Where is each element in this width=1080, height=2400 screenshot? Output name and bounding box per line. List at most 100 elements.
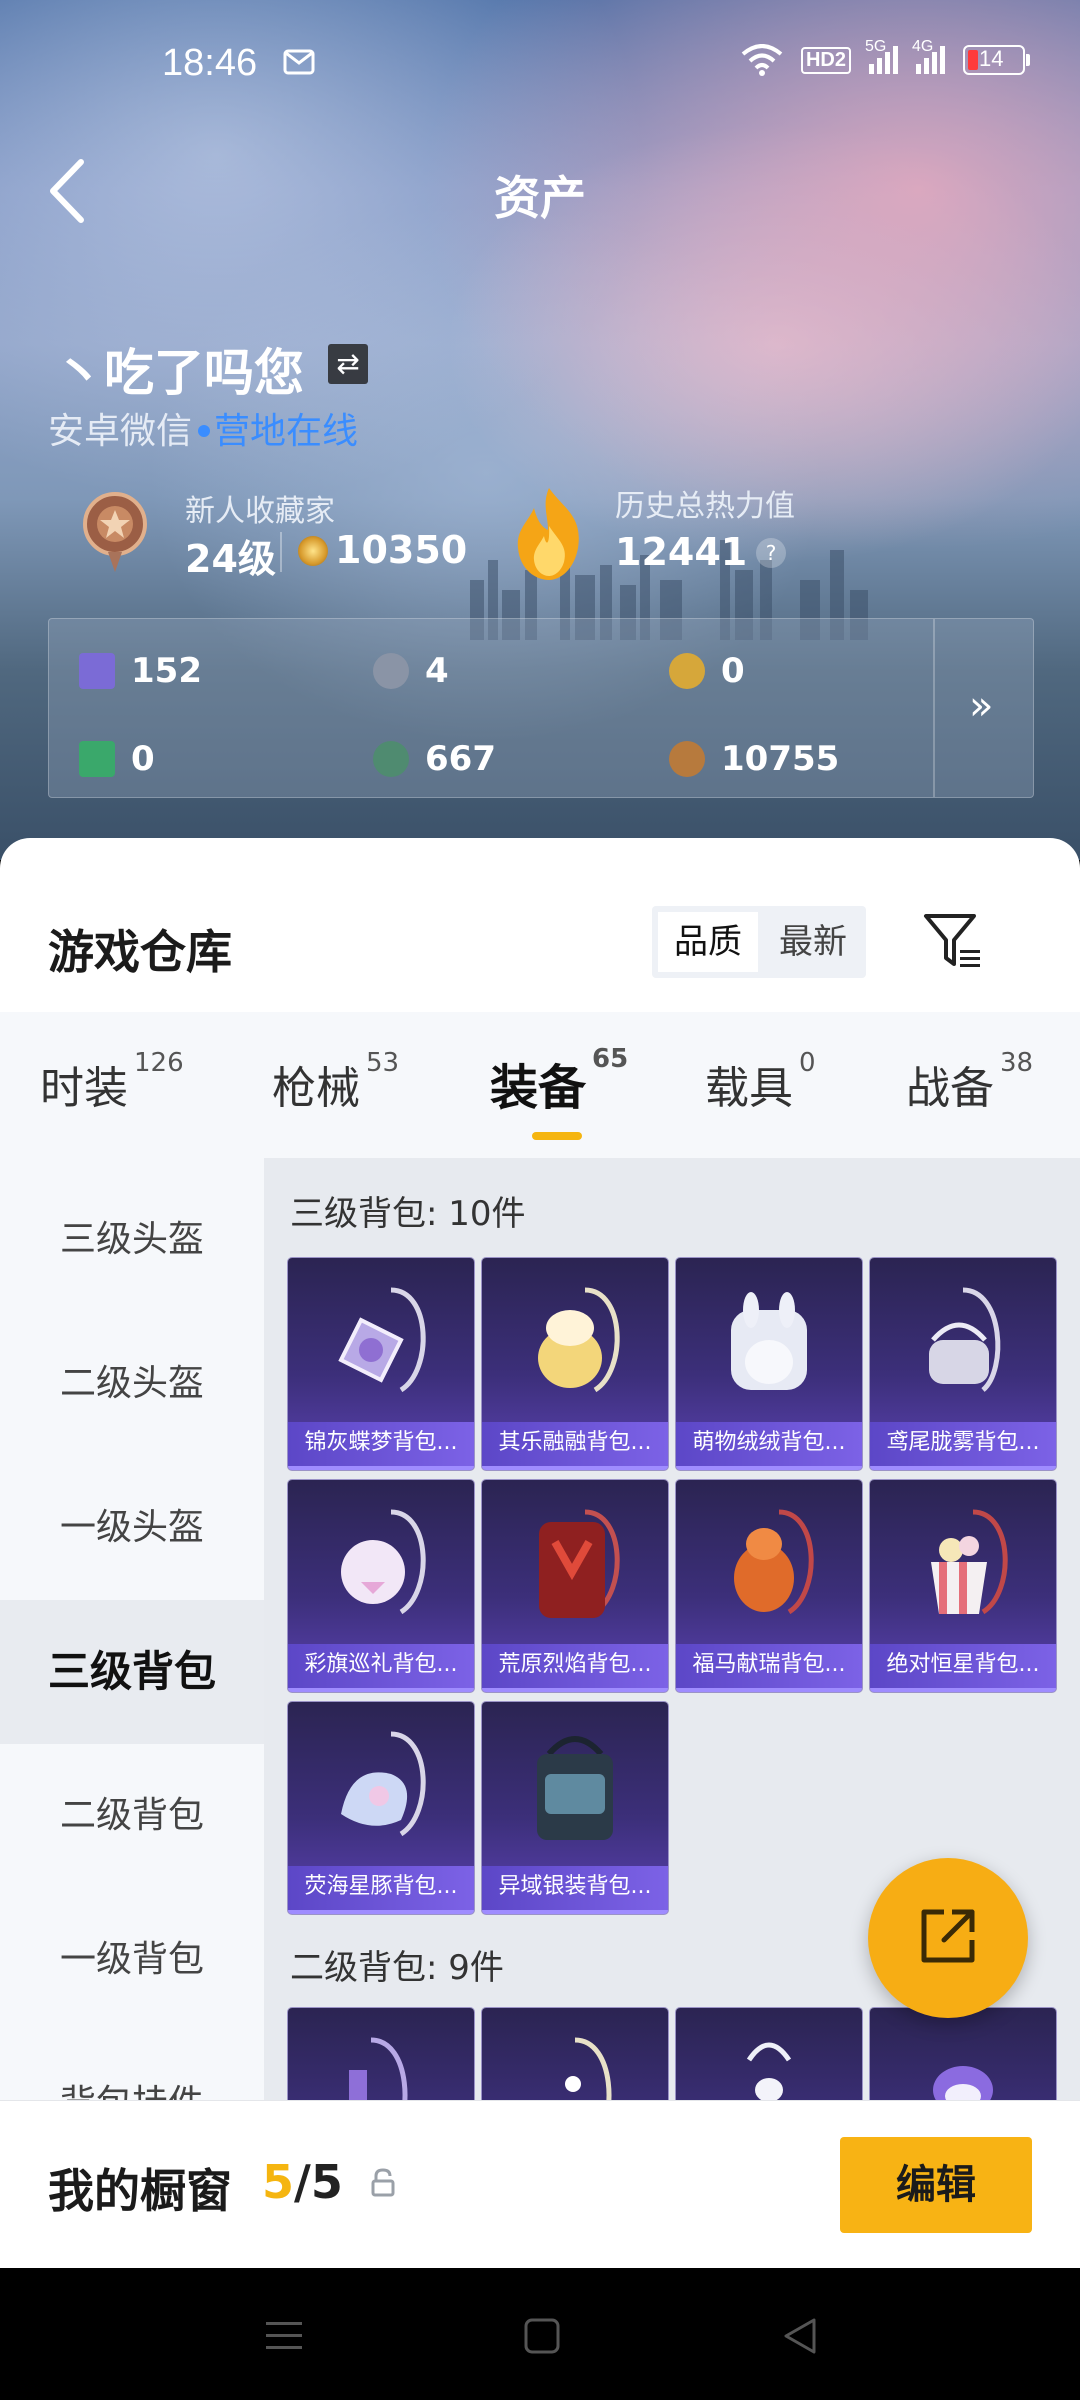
item-card[interactable]: 福马献瑞背包... (676, 1480, 862, 1692)
switch-account-icon[interactable]: ⇄ (328, 344, 368, 384)
share-icon (921, 1909, 975, 1963)
edit-button[interactable]: 编辑 (840, 2137, 1032, 2233)
backpack-image (731, 1292, 807, 1390)
item-card[interactable] (288, 2008, 474, 2106)
message-notification-icon (283, 49, 315, 75)
currency-item: 10755 (669, 737, 839, 781)
active-tab-indicator (532, 1132, 582, 1140)
status-bar: 18:46 HD2 5G 4G 14 (0, 0, 1080, 130)
share-button[interactable] (868, 1858, 1028, 2018)
section-title: 二级背包: 9件 (290, 1948, 504, 1988)
status-icons: HD2 5G 4G 14 (741, 38, 1030, 76)
sidebar-item-helmet-2[interactable]: 二级头盔 (0, 1312, 264, 1456)
item-card[interactable]: 锦灰蝶梦背包... (288, 1258, 474, 1470)
sort-toggle: 品质 最新 (652, 906, 866, 978)
heat-title: 历史总热力值 (615, 489, 795, 524)
sidebar-item-backpack-charm[interactable]: 背包挂件 (0, 2032, 264, 2106)
platform-label: 安卓微信 (48, 411, 193, 452)
battery-icon: 14 (963, 45, 1030, 75)
collector-badge-icon (74, 492, 156, 572)
item-card[interactable] (870, 2008, 1056, 2106)
backpack-image (539, 1509, 620, 1618)
filter-icon[interactable] (922, 910, 984, 972)
item-name: 绝对恒星背包... (870, 1644, 1056, 1692)
tab-weapons[interactable]: 枪械 53 (272, 1048, 399, 1116)
item-card[interactable] (482, 2008, 668, 2106)
page-title: 资产 (494, 171, 586, 225)
lock-icon (371, 2168, 395, 2197)
currency-item: 0 (79, 737, 155, 781)
back-icon[interactable] (780, 2316, 820, 2356)
backpack-image (933, 2066, 993, 2106)
subcategory-sidebar: 三级头盔 二级头盔 一级头盔 三级背包 二级背包 一级背包 背包挂件 (0, 1158, 264, 2106)
item-card[interactable] (676, 2008, 862, 2106)
backpack-image (565, 2037, 612, 2106)
backpack-image (341, 1509, 426, 1615)
item-card[interactable]: 绝对恒星背包... (870, 1480, 1056, 1692)
user-name: 丶吃了吗您 (54, 344, 304, 402)
backpack-image (537, 1736, 613, 1840)
item-card[interactable]: 萌物绒绒背包... (676, 1258, 862, 1470)
collector-title: 新人收藏家 (185, 494, 335, 529)
tab-equipment[interactable]: 装备65 (490, 1044, 628, 1118)
showcase-title: 我的橱窗 (48, 2164, 232, 2218)
item-card[interactable]: 荧海星豚背包... (288, 1702, 474, 1914)
online-dot-icon (198, 425, 211, 437)
coin-count: 10350 (335, 528, 468, 572)
header-background: 18:46 HD2 5G 4G 14 资产 丶吃了吗您 ⇄ 安卓微信 营地在线 … (0, 0, 1080, 860)
sidebar-item-backpack-2[interactable]: 二级背包 (0, 1744, 264, 1888)
item-name: 荒原烈焰背包... (482, 1644, 668, 1692)
menu-icon[interactable] (264, 2316, 304, 2356)
sidebar-item-helmet-3[interactable]: 三级头盔 (0, 1168, 264, 1312)
section-title: 三级背包: 10件 (290, 1194, 526, 1234)
signal-5g-icon: 5G (865, 38, 898, 74)
currency-item: 152 (79, 649, 202, 693)
tab-vehicles[interactable]: 载具 0 (705, 1048, 816, 1116)
help-icon[interactable]: ? (756, 538, 786, 568)
silver-coin-icon (373, 653, 409, 689)
flame-icon (517, 488, 579, 580)
item-name: 锦灰蝶梦背包... (288, 1422, 474, 1470)
currency-item: 667 (373, 737, 496, 781)
heat-value: 12441 (615, 530, 748, 574)
currency-panel: 152 4 0 0 667 10755 » (48, 618, 1034, 798)
gold-token-icon (669, 653, 705, 689)
item-card[interactable]: 彩旗巡礼背包... (288, 1480, 474, 1692)
item-card[interactable]: 荒原烈焰背包... (482, 1480, 668, 1692)
more-currencies-button[interactable]: » (969, 683, 993, 729)
sidebar-item-backpack-1[interactable]: 一级背包 (0, 1888, 264, 2032)
item-card[interactable]: 鸢尾胧雾背包... (870, 1258, 1056, 1470)
tab-supplies[interactable]: 战备 38 (906, 1048, 1033, 1116)
coin-icon (298, 536, 328, 566)
sort-newest-button[interactable]: 最新 (764, 912, 862, 972)
signal-4g-icon: 4G (912, 38, 945, 74)
home-icon[interactable] (522, 2316, 562, 2356)
sidebar-item-backpack-3[interactable]: 三级背包 (0, 1600, 264, 1744)
currency-item: 4 (373, 649, 449, 693)
app-root: 18:46 HD2 5G 4G 14 资产 丶吃了吗您 ⇄ 安卓微信 营地在线 … (0, 0, 1080, 2400)
collector-level: 24级 (185, 537, 276, 581)
divider (933, 619, 935, 797)
platform-status: 安卓微信 营地在线 (48, 402, 358, 454)
sidebar-item-helmet-1[interactable]: 一级头盔 (0, 1456, 264, 1600)
item-card[interactable]: 异域银装背包... (482, 1702, 668, 1914)
hd-voice-icon: HD2 (800, 46, 851, 74)
item-name: 荧海星豚背包... (288, 1866, 474, 1914)
backpack-image (931, 1509, 1008, 1615)
backpack-image (746, 2042, 792, 2102)
sort-quality-button[interactable]: 品质 (658, 912, 758, 972)
clock: 18:46 (162, 42, 258, 84)
wifi-icon (741, 44, 783, 76)
item-card[interactable]: 其乐融融背包... (482, 1258, 668, 1470)
backpack-image (338, 1287, 426, 1393)
backpack-image (734, 1509, 814, 1615)
item-name: 鸢尾胧雾背包... (870, 1422, 1056, 1470)
backpack-image (538, 1287, 620, 1393)
tab-fashion[interactable]: 时装 126 (40, 1048, 184, 1116)
item-name: 福马献瑞背包... (676, 1644, 862, 1692)
warehouse-title: 游戏仓库 (48, 925, 232, 979)
item-name: 萌物绒绒背包... (676, 1422, 862, 1470)
online-status: 营地在线 (214, 411, 359, 452)
showcase-count: 5/5 (262, 2155, 343, 2209)
bronze-coin-icon (669, 741, 705, 777)
